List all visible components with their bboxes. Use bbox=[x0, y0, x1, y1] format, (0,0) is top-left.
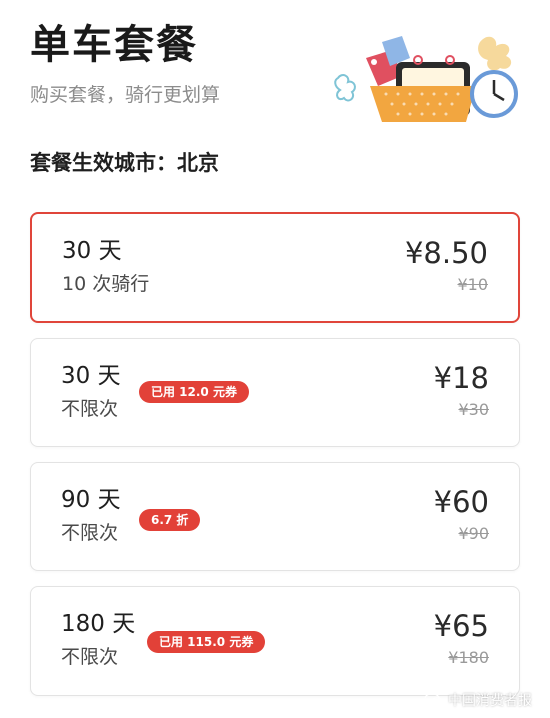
shopping-basket-illustration-icon bbox=[334, 36, 518, 122]
watermark-text: 中国消费者报 bbox=[448, 693, 532, 709]
plan-price: ¥18 bbox=[433, 361, 489, 395]
plan-price: ¥8.50 bbox=[404, 236, 488, 270]
plan-card-30d-10rides[interactable]: 30 天 10 次骑行 ¥8.50 ¥10 bbox=[30, 212, 520, 323]
plan-original-price: ¥180 bbox=[448, 648, 489, 667]
watermark: 中国消费者报 bbox=[424, 690, 532, 710]
plan-rides: 10 次骑行 bbox=[62, 273, 150, 295]
plan-price: ¥60 bbox=[433, 485, 489, 519]
plan-original-price: ¥10 bbox=[457, 275, 488, 294]
plan-original-price: ¥30 bbox=[458, 400, 489, 419]
page-title: 单车套餐 bbox=[30, 22, 198, 68]
plan-duration: 30 天 bbox=[61, 363, 121, 389]
plan-duration: 180 天 bbox=[61, 611, 136, 637]
plan-rides: 不限次 bbox=[61, 646, 119, 668]
plan-price: ¥65 bbox=[433, 609, 489, 643]
page-subtitle: 购买套餐，骑行更划算 bbox=[30, 84, 221, 106]
effective-city-label: 套餐生效城市：北京 bbox=[30, 151, 219, 175]
plan-duration: 90 天 bbox=[61, 487, 121, 513]
plan-rides: 不限次 bbox=[61, 522, 119, 544]
coupon-badge: 已用 12.0 元券 bbox=[139, 381, 249, 403]
discount-badge: 6.7 折 bbox=[139, 509, 201, 531]
plan-card-180d-unlimited[interactable]: 180 天 不限次 已用 115.0 元券 ¥65 ¥180 bbox=[30, 586, 520, 696]
plan-card-30d-unlimited[interactable]: 30 天 不限次 已用 12.0 元券 ¥18 ¥30 bbox=[30, 338, 520, 447]
plan-card-90d-unlimited[interactable]: 90 天 不限次 6.7 折 ¥60 ¥90 bbox=[30, 462, 520, 571]
plan-duration: 30 天 bbox=[62, 238, 122, 264]
plan-original-price: ¥90 bbox=[458, 524, 489, 543]
coupon-badge: 已用 115.0 元券 bbox=[147, 631, 266, 653]
plan-rides: 不限次 bbox=[61, 398, 119, 420]
wechat-icon bbox=[424, 692, 444, 707]
